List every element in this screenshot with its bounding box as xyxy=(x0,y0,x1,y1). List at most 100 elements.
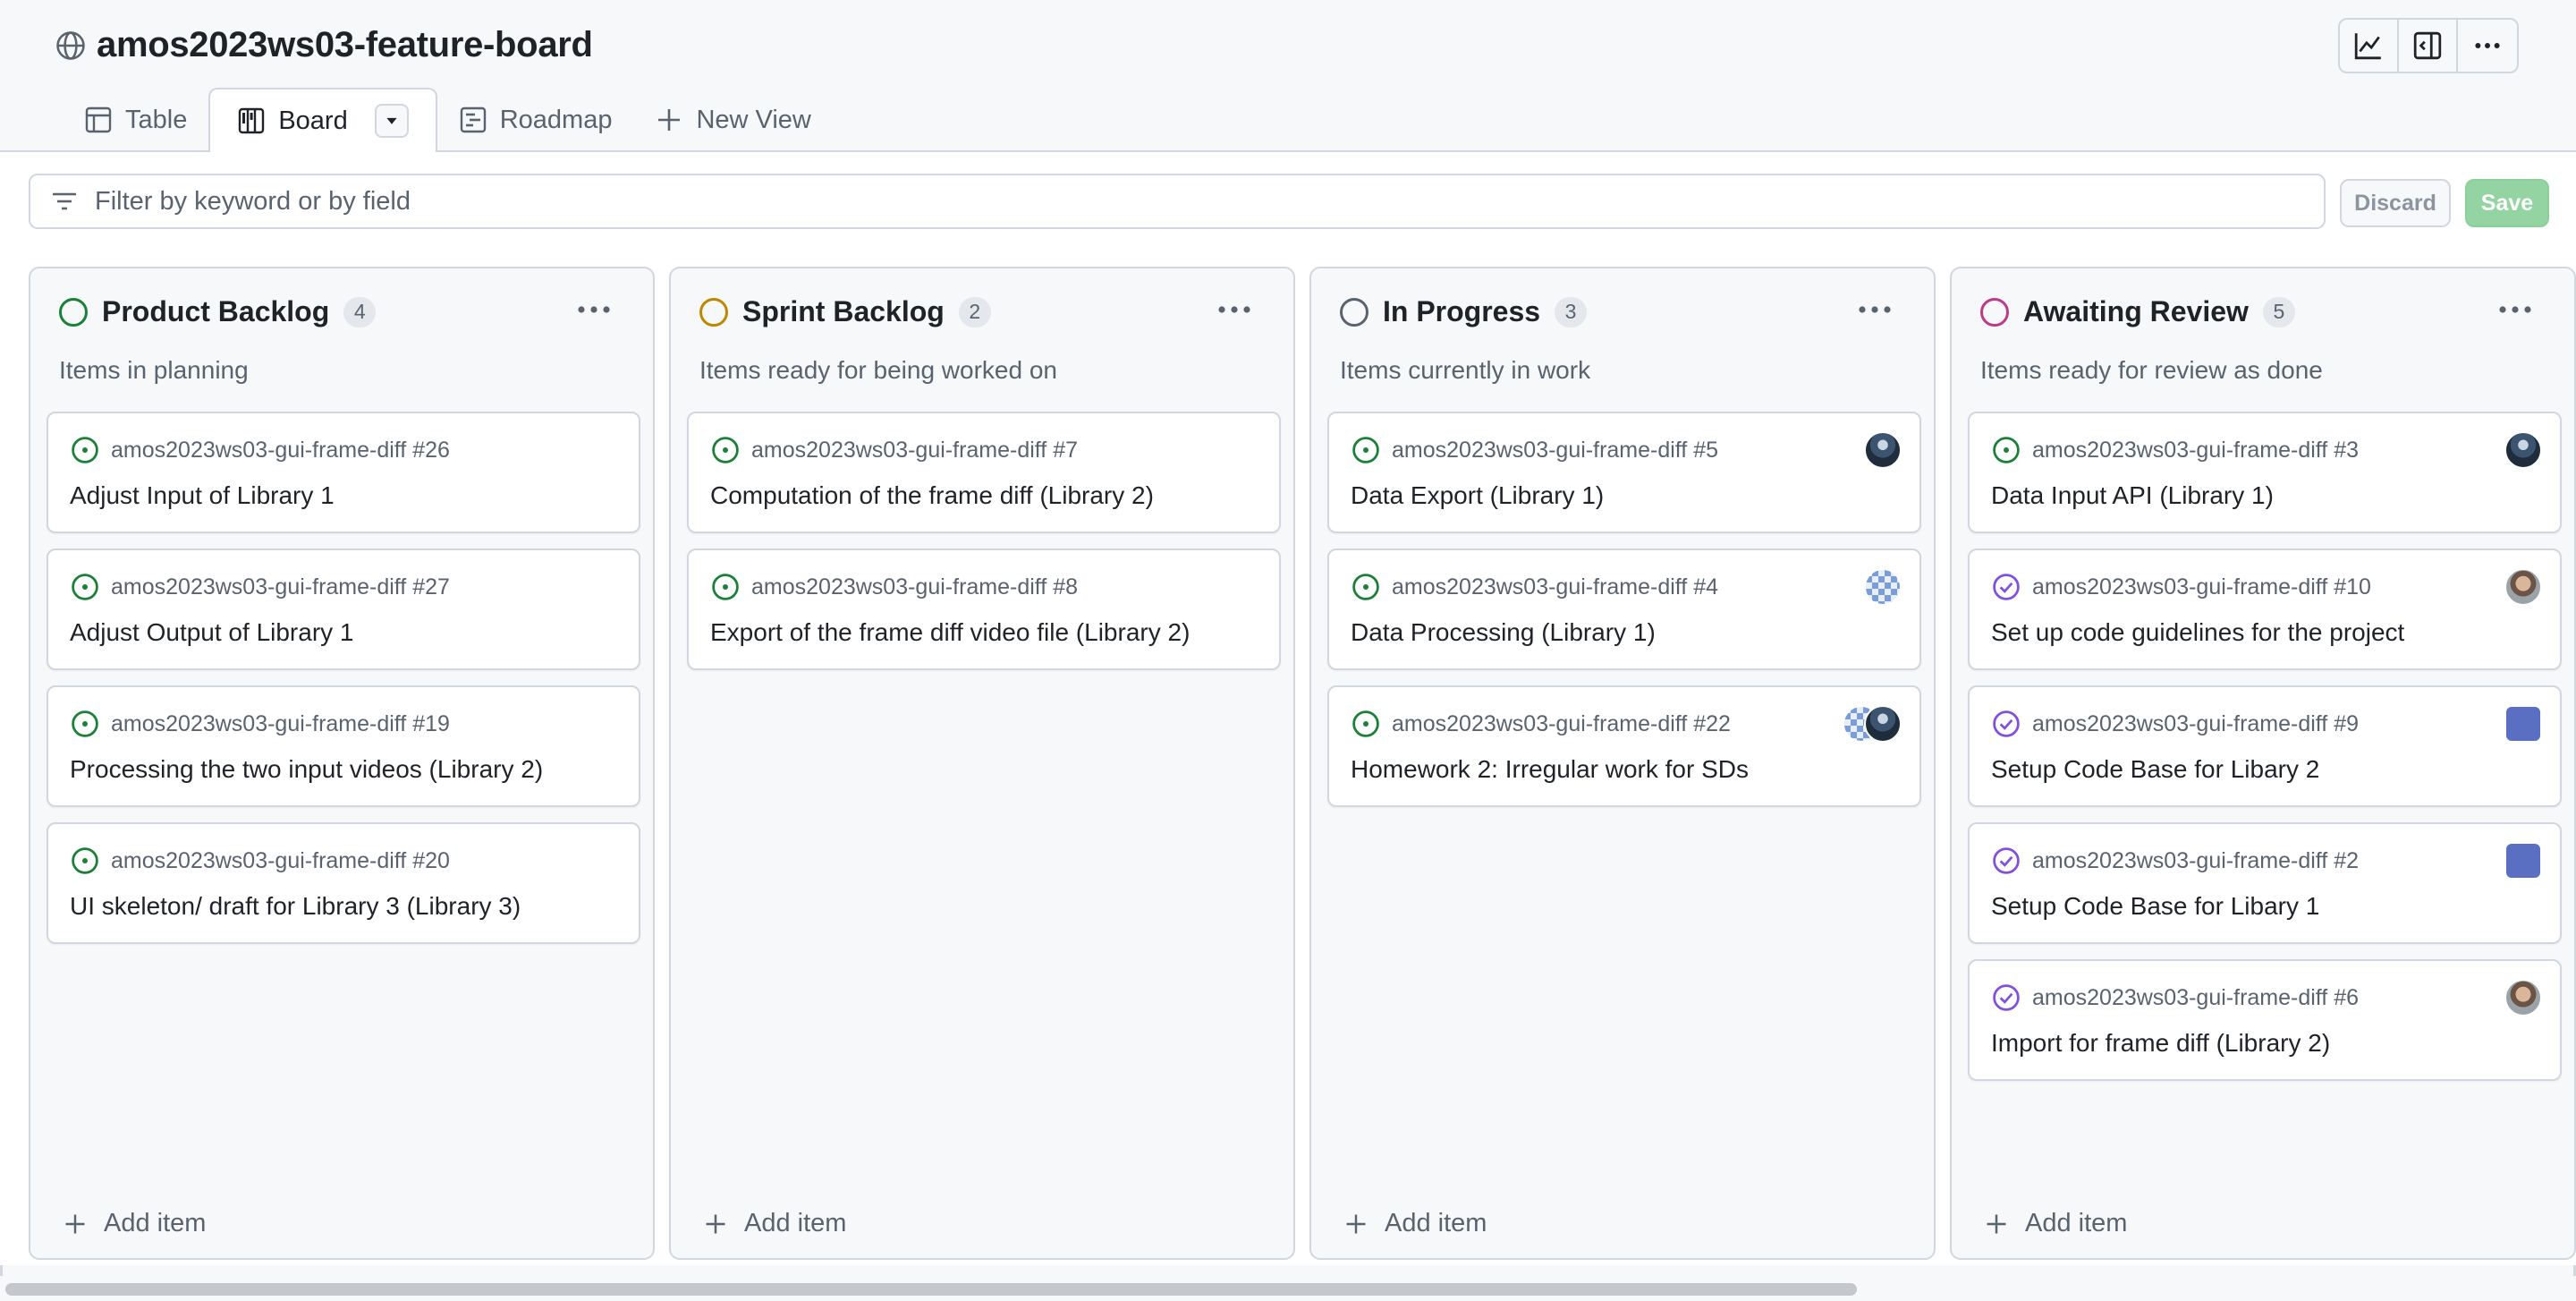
discard-button[interactable]: Discard xyxy=(2340,179,2451,227)
card-repo-ref: amos2023ws03-gui-frame-diff #20 xyxy=(70,846,450,876)
board-icon xyxy=(239,107,265,134)
card-repo-ref: amos2023ws03-gui-frame-diff #19 xyxy=(70,709,450,739)
repo-issue-label: amos2023ws03-gui-frame-diff #4 xyxy=(1392,574,1719,599)
avatar[interactable] xyxy=(2504,979,2542,1016)
toggle-sidepanel-button[interactable] xyxy=(2399,20,2458,72)
issue-opened-icon xyxy=(1352,574,1379,600)
issue-card[interactable]: amos2023ws03-gui-frame-diff #10 Set up c… xyxy=(1968,548,2562,670)
repo-issue-label: amos2023ws03-gui-frame-diff #10 xyxy=(2032,574,2371,599)
issue-card[interactable]: amos2023ws03-gui-frame-diff #4 Data Proc… xyxy=(1327,548,1921,670)
column-menu-icon[interactable] xyxy=(2496,295,2535,324)
repo-issue-label: amos2023ws03-gui-frame-diff #2 xyxy=(2032,847,2360,873)
add-item-button[interactable]: Add item xyxy=(63,1209,206,1238)
column-header: Sprint Backlog 2 xyxy=(699,295,991,328)
filter-input[interactable] xyxy=(95,186,2241,217)
view-options-dropdown[interactable] xyxy=(374,104,409,138)
assignees[interactable] xyxy=(1864,568,1902,606)
card-repo-ref: amos2023ws03-gui-frame-diff #7 xyxy=(710,435,1078,465)
filter-bar: Discard Save xyxy=(0,152,2576,254)
insights-button[interactable] xyxy=(2340,20,2399,72)
scrollbar-thumb[interactable] xyxy=(5,1283,1857,1296)
avatar[interactable] xyxy=(1864,705,1902,743)
tab-table[interactable]: Table xyxy=(63,88,208,152)
column-menu-icon[interactable] xyxy=(574,295,614,324)
avatar[interactable] xyxy=(2504,842,2542,880)
issue-title-link[interactable]: Adjust Output of Library 1 xyxy=(70,618,354,647)
column-menu-icon[interactable] xyxy=(1215,295,1254,324)
plus-icon xyxy=(1987,1214,2006,1233)
horizontal-scrollbar[interactable] xyxy=(0,1276,2576,1301)
avatar[interactable] xyxy=(2504,431,2542,469)
card-repo-ref: amos2023ws03-gui-frame-diff #26 xyxy=(70,435,450,465)
tab-label: New View xyxy=(696,105,811,134)
plus-icon xyxy=(706,1214,725,1233)
issue-title-link[interactable]: Export of the frame diff video file (Lib… xyxy=(710,618,1190,647)
column-header: In Progress 3 xyxy=(1340,295,1588,328)
assignees[interactable] xyxy=(2504,842,2542,880)
repo-issue-label: amos2023ws03-gui-frame-diff #26 xyxy=(111,437,450,463)
avatar[interactable] xyxy=(2504,568,2542,606)
add-item-button[interactable]: Add item xyxy=(1343,1209,1487,1238)
avatar[interactable] xyxy=(1864,568,1902,606)
repo-issue-label: amos2023ws03-gui-frame-diff #20 xyxy=(111,847,450,873)
issue-card[interactable]: amos2023ws03-gui-frame-diff #6 Import fo… xyxy=(1968,959,2562,1081)
tab-new-view[interactable]: New View xyxy=(633,88,832,152)
tab-roadmap[interactable]: Roadmap xyxy=(437,88,634,152)
avatar[interactable] xyxy=(1864,431,1902,469)
issue-card[interactable]: amos2023ws03-gui-frame-diff #8 Export of… xyxy=(687,548,1281,670)
issue-closed-icon xyxy=(1993,847,2020,874)
avatar[interactable] xyxy=(2504,705,2542,743)
save-button[interactable]: Save xyxy=(2465,179,2549,227)
issue-card[interactable]: amos2023ws03-gui-frame-diff #19 Processi… xyxy=(47,685,640,807)
issue-title-link[interactable]: Adjust Input of Library 1 xyxy=(70,481,335,510)
issue-title-link[interactable]: Data Export (Library 1) xyxy=(1351,481,1604,510)
tab-label: Table xyxy=(125,105,188,134)
add-item-label: Add item xyxy=(744,1209,847,1237)
issue-title-link[interactable]: UI skeleton/ draft for Library 3 (Librar… xyxy=(70,892,521,921)
assignees[interactable] xyxy=(2504,431,2542,469)
assignees[interactable] xyxy=(2504,979,2542,1016)
status-circle-icon xyxy=(1980,297,2009,327)
add-item-button[interactable]: Add item xyxy=(703,1209,846,1238)
issue-card[interactable]: amos2023ws03-gui-frame-diff #22 Homework… xyxy=(1327,685,1921,807)
issue-title-link[interactable]: Set up code guidelines for the project xyxy=(1991,618,2404,647)
issue-card[interactable]: amos2023ws03-gui-frame-diff #3 Data Inpu… xyxy=(1968,412,2562,533)
card-repo-ref: amos2023ws03-gui-frame-diff #2 xyxy=(1991,846,2359,876)
item-count-badge: 4 xyxy=(343,296,377,327)
issue-title-link[interactable]: Homework 2: Irregular work for SDs xyxy=(1351,755,1749,784)
repo-issue-label: amos2023ws03-gui-frame-diff #22 xyxy=(1392,710,1731,736)
column-menu-icon[interactable] xyxy=(1855,295,1894,324)
issue-card[interactable]: amos2023ws03-gui-frame-diff #20 UI skele… xyxy=(47,822,640,944)
issue-title-link[interactable]: Data Input API (Library 1) xyxy=(1991,481,2274,510)
filter-field[interactable] xyxy=(29,174,2326,229)
assignees[interactable] xyxy=(1864,431,1902,469)
assignees[interactable] xyxy=(2504,568,2542,606)
sidebar-expand-icon xyxy=(2413,31,2442,60)
item-count-badge: 2 xyxy=(958,296,991,327)
issue-title-link[interactable]: Setup Code Base for Libary 2 xyxy=(1991,755,2319,784)
issue-card[interactable]: amos2023ws03-gui-frame-diff #5 Data Expo… xyxy=(1327,412,1921,533)
issue-title-link[interactable]: Data Processing (Library 1) xyxy=(1351,618,1656,647)
project-menu-button[interactable] xyxy=(2458,20,2517,72)
tab-board[interactable]: Board xyxy=(208,88,437,154)
repo-issue-label: amos2023ws03-gui-frame-diff #9 xyxy=(2032,710,2360,736)
issue-title-link[interactable]: Setup Code Base for Libary 1 xyxy=(1991,892,2319,921)
assignees[interactable] xyxy=(1843,705,1902,743)
add-item-button[interactable]: Add item xyxy=(1984,1209,2127,1238)
issue-title-link[interactable]: Import for frame diff (Library 2) xyxy=(1991,1029,2330,1058)
card-repo-ref: amos2023ws03-gui-frame-diff #6 xyxy=(1991,982,2359,1013)
issue-title-link[interactable]: Processing the two input videos (Library… xyxy=(70,755,543,784)
issue-title-link[interactable]: Computation of the frame diff (Library 2… xyxy=(710,481,1154,510)
assignees[interactable] xyxy=(2504,705,2542,743)
project-header: amos2023ws03-feature-board Table Board R… xyxy=(0,0,2576,154)
repo-issue-label: amos2023ws03-gui-frame-diff #19 xyxy=(111,710,450,736)
issue-card[interactable]: amos2023ws03-gui-frame-diff #26 Adjust I… xyxy=(47,412,640,533)
issue-card[interactable]: amos2023ws03-gui-frame-diff #27 Adjust O… xyxy=(47,548,640,670)
card-repo-ref: amos2023ws03-gui-frame-diff #9 xyxy=(1991,709,2359,739)
board-column: In Progress 3 Items currently in work am… xyxy=(1309,267,1936,1260)
repo-issue-label: amos2023ws03-gui-frame-diff #6 xyxy=(2032,984,2360,1010)
repo-issue-label: amos2023ws03-gui-frame-diff #3 xyxy=(2032,437,2360,463)
issue-card[interactable]: amos2023ws03-gui-frame-diff #7 Computati… xyxy=(687,412,1281,533)
issue-card[interactable]: amos2023ws03-gui-frame-diff #2 Setup Cod… xyxy=(1968,822,2562,944)
issue-card[interactable]: amos2023ws03-gui-frame-diff #9 Setup Cod… xyxy=(1968,685,2562,807)
